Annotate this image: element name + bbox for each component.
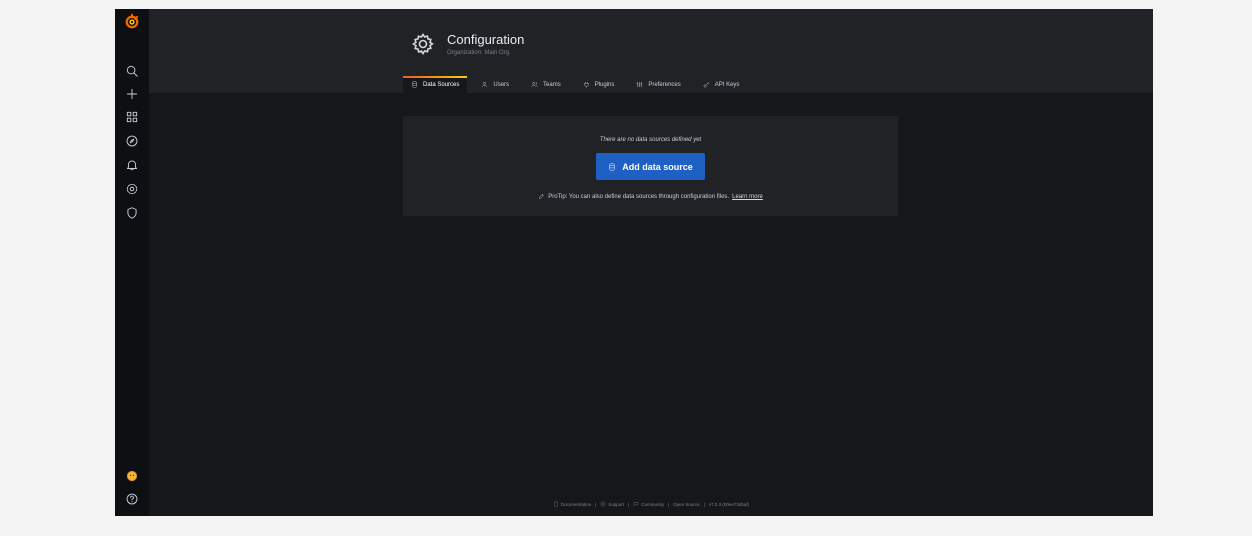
help-icon[interactable]	[120, 489, 144, 509]
configuration-gear-icon[interactable]	[120, 179, 144, 199]
grafana-app: Configuration Organization: Main Org. Da…	[115, 9, 1153, 516]
footer-open-source-link[interactable]: Open Source	[673, 502, 700, 507]
user-icon	[482, 81, 488, 88]
tab-label: Data Sources	[423, 81, 460, 88]
grafana-logo-icon[interactable]	[120, 12, 144, 32]
database-icon	[609, 162, 615, 171]
protip-text: ProTip: You can also define data sources…	[548, 193, 730, 200]
tab-plugins[interactable]: Plugins	[575, 76, 623, 93]
server-admin-shield-icon[interactable]	[120, 203, 144, 223]
footer-support-label: Support	[608, 501, 625, 507]
footer-open-source-label: Open Source	[673, 501, 700, 507]
tab-label: Preferences	[648, 81, 681, 88]
key-icon	[703, 82, 709, 88]
tab-preferences[interactable]: Preferences	[628, 76, 688, 93]
tab-label: Plugins	[594, 81, 615, 88]
explore-compass-icon[interactable]	[120, 131, 144, 151]
footer-community-label: Community	[641, 501, 664, 507]
plus-icon[interactable]	[120, 84, 144, 104]
footer-support-link[interactable]: Support	[600, 501, 624, 507]
empty-state-message: There are no data sources defined yet	[599, 137, 702, 143]
tab-label: Users	[493, 81, 510, 88]
footer-documentation-link[interactable]: Documentation	[553, 501, 591, 507]
footer: Documentation | Support | Community | Op…	[149, 501, 1153, 507]
database-icon	[412, 81, 417, 88]
sliders-icon	[637, 81, 643, 88]
gear-icon	[411, 32, 435, 56]
add-data-source-button[interactable]: Add data source	[596, 153, 705, 180]
tab-api-keys[interactable]: API Keys	[695, 76, 748, 93]
tab-bar: Data Sources Users Teams Plugins Prefere…	[403, 76, 747, 93]
dashboards-icon[interactable]	[120, 107, 144, 127]
tab-teams[interactable]: Teams	[523, 76, 569, 93]
footer-documentation-label: Documentation	[560, 501, 592, 507]
learn-more-link[interactable]: Learn more	[732, 194, 763, 200]
alerting-bell-icon[interactable]	[120, 155, 144, 175]
add-data-source-label: Add data source	[622, 161, 693, 172]
document-icon	[554, 501, 558, 507]
search-icon[interactable]	[120, 61, 144, 81]
page-subtitle: Organization: Main Org.	[447, 50, 511, 56]
page-header: Configuration Organization: Main Org. Da…	[149, 9, 1153, 93]
footer-separator: |	[668, 501, 670, 507]
users-icon	[531, 82, 538, 87]
empty-state-card: There are no data sources defined yet Ad…	[403, 116, 898, 216]
sidebar	[115, 9, 149, 516]
footer-community-link[interactable]: Community	[633, 501, 664, 507]
tab-users[interactable]: Users	[473, 76, 517, 93]
footer-separator: |	[703, 501, 705, 507]
tab-data-sources[interactable]: Data Sources	[403, 76, 468, 93]
protip: ProTip: You can also define data sources…	[403, 193, 898, 200]
footer-separator: |	[595, 501, 597, 507]
support-icon	[600, 501, 606, 507]
footer-separator: |	[628, 501, 630, 507]
comment-icon	[634, 502, 639, 507]
tab-label: Teams	[543, 81, 561, 88]
user-avatar-icon[interactable]	[120, 466, 144, 486]
footer-version: v7.0.3 (00ee734baf)	[708, 501, 750, 507]
page-title: Configuration	[447, 32, 525, 47]
plug-icon	[583, 81, 589, 88]
rocket-icon	[539, 194, 544, 199]
tab-label: API Keys	[714, 81, 740, 88]
